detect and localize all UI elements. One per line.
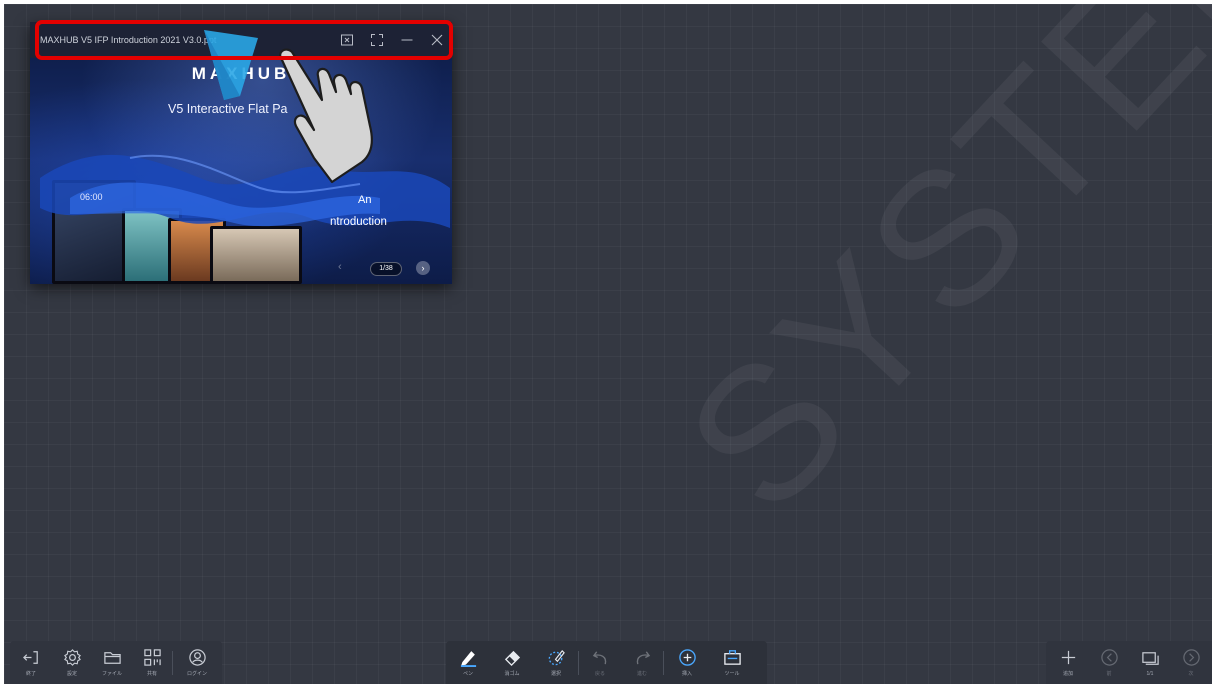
toolbox-icon (723, 650, 741, 665)
undo-icon (592, 651, 606, 665)
presentation-window[interactable]: MAXHUB V5 IFP Introduction 2021 V3.0.ppt (30, 22, 452, 284)
prev-page-icon (1100, 649, 1118, 666)
next-slide-button[interactable]: › (416, 261, 430, 275)
redo-icon (636, 651, 650, 665)
next-page-icon (1182, 649, 1200, 666)
share-label: 共有 (146, 671, 157, 677)
exit-slideshow-button[interactable] (332, 22, 362, 58)
insert-button[interactable]: 挿入 (664, 641, 710, 684)
prev-slide-button[interactable]: ‹ (338, 261, 342, 273)
file-label: ファイル (101, 671, 122, 677)
user-icon (188, 649, 206, 666)
eraser-label: 消ゴム (504, 671, 520, 677)
share-button[interactable]: 共有 (132, 641, 172, 684)
exit-slideshow-icon (341, 34, 353, 46)
left-toolbar: 終了 設定 ファイル 共有 ログイン (10, 641, 222, 684)
insert-plus-icon (678, 649, 696, 666)
add-page-label: 追加 (1062, 671, 1073, 677)
add-page-icon (1061, 650, 1075, 665)
slide-intro-line-2: ntroduction (330, 216, 387, 228)
login-button[interactable]: ログイン (173, 641, 221, 684)
center-toolbar: ペン 消ゴム 選択 戻る 進む 挿入 ツール (446, 641, 767, 684)
insert-label: 挿入 (681, 671, 692, 677)
next-page-label: 次 (1188, 671, 1194, 677)
redo-button[interactable]: 進む (621, 641, 663, 684)
exit-label: 終了 (25, 671, 36, 677)
close-icon (431, 34, 443, 46)
slide-page-counter: 1/38 (370, 262, 402, 276)
window-titlebar[interactable]: MAXHUB V5 IFP Introduction 2021 V3.0.ppt (30, 22, 452, 58)
exit-icon (22, 651, 38, 664)
tools-label: ツール (724, 671, 740, 677)
login-label: ログイン (186, 671, 207, 677)
slide-clock-text: 06:00 (80, 192, 103, 202)
select-tool-button[interactable]: 選択 (534, 641, 578, 684)
slide-brand-logo: MAXHUB (191, 64, 291, 83)
eraser-icon (504, 650, 520, 667)
slide-intro-line-1: An (358, 194, 372, 206)
tools-button[interactable]: ツール (710, 641, 754, 684)
close-button[interactable] (422, 22, 452, 58)
pen-label: ペン (462, 671, 473, 677)
page-list-button[interactable]: 1/1 (1128, 641, 1172, 684)
page-count-label: 1/1 (1146, 670, 1154, 677)
qr-code-icon (143, 649, 161, 666)
add-page-button[interactable]: 追加 (1046, 641, 1090, 684)
whiteboard-canvas[interactable]: SYSTEM MAXHUB V5 IFP Introduction 2021 V… (4, 4, 1212, 684)
minimize-button[interactable] (392, 22, 422, 58)
fullscreen-button[interactable] (362, 22, 392, 58)
folder-icon (103, 652, 121, 664)
undo-button[interactable]: 戻る (579, 641, 621, 684)
exit-button[interactable]: 終了 (10, 641, 52, 684)
prev-page-button[interactable]: 前 (1090, 641, 1128, 684)
settings-button[interactable]: 設定 (52, 641, 92, 684)
minimize-icon (401, 39, 413, 41)
pen-tool-button[interactable]: ペン (446, 641, 490, 684)
file-button[interactable]: ファイル (92, 641, 132, 684)
watermark: SYSTEM (646, 4, 1212, 551)
gear-icon (63, 649, 81, 666)
fullscreen-icon (371, 34, 383, 46)
select-label: 選択 (550, 671, 561, 677)
settings-label: 設定 (66, 671, 77, 677)
pen-icon (460, 651, 476, 667)
prev-page-label: 前 (1106, 671, 1112, 677)
window-title: MAXHUB V5 IFP Introduction 2021 V3.0.ppt (40, 35, 217, 45)
slide-silk-graphic (40, 154, 450, 228)
pages-icon (1141, 651, 1159, 665)
eraser-tool-button[interactable]: 消ゴム (490, 641, 534, 684)
lasso-select-icon (548, 649, 565, 666)
slide-preview[interactable]: MAXHUB V5 Interactive Flat Pa 06:00 An n… (30, 58, 452, 284)
right-toolbar: 追加 前 1/1 次 (1046, 641, 1212, 684)
next-page-button[interactable]: 次 (1172, 641, 1210, 684)
undo-label: 戻る (594, 671, 605, 677)
redo-label: 進む (636, 671, 647, 677)
slide-subtitle: V5 Interactive Flat Pa (168, 102, 288, 116)
